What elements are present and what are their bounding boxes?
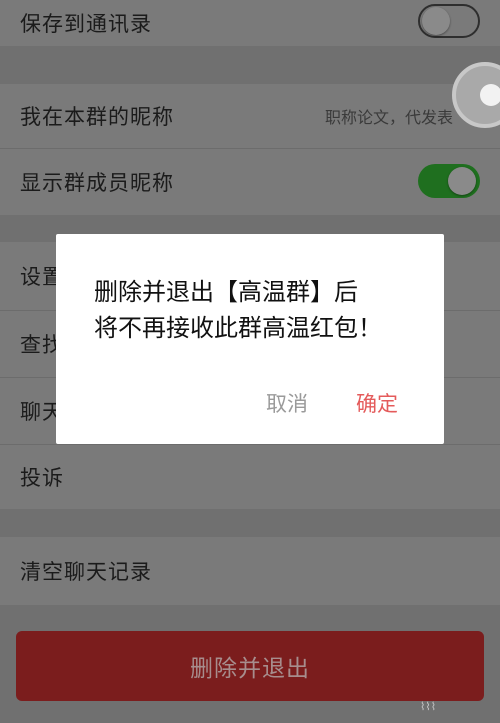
clear-chat-history-row[interactable]: 清空聊天记录	[0, 537, 500, 605]
dialog-message-line2: 将不再接收此群高温红包！	[94, 314, 382, 342]
show-member-nicknames-label: 显示群成员昵称	[20, 171, 174, 195]
save-to-contacts-row[interactable]: 保存到通讯录	[0, 0, 500, 46]
toggle-knob	[448, 167, 476, 195]
watermark-icon: ⌇⌇⌇	[420, 700, 437, 713]
toggle-knob	[422, 7, 450, 35]
show-member-nicknames-toggle[interactable]	[418, 164, 480, 198]
my-group-nickname-value: 职称论文，代发表	[325, 108, 454, 127]
dialog-message-line1: 删除并退出【高温群】后	[94, 278, 358, 306]
report-row[interactable]: 投诉	[0, 445, 500, 509]
clear-chat-history-label: 清空聊天记录	[20, 560, 152, 584]
report-row-label: 投诉	[20, 466, 64, 490]
cancel-button[interactable]: 取消	[266, 388, 308, 418]
save-to-contacts-label: 保存到通讯录	[20, 12, 152, 36]
delete-and-exit-button[interactable]: 删除并退出	[16, 631, 484, 701]
save-to-contacts-toggle[interactable]	[418, 4, 480, 38]
group-settings-screen: 保存到通讯录 我在本群的昵称 职称论文，代发表 显示群成员昵称 设置 查找 聊天…	[0, 0, 500, 723]
show-member-nicknames-row[interactable]: 显示群成员昵称	[0, 149, 500, 215]
my-group-nickname-label: 我在本群的昵称	[20, 105, 174, 129]
assist-dot-icon	[480, 84, 500, 106]
my-group-nickname-row[interactable]: 我在本群的昵称 职称论文，代发表	[0, 84, 500, 148]
confirm-button[interactable]: 确定	[356, 388, 398, 418]
confirm-dialog: 删除并退出【高温群】后 将不再接收此群高温红包！ 取消 确定	[56, 234, 444, 444]
dialog-message: 删除并退出【高温群】后 将不再接收此群高温红包！	[94, 274, 424, 346]
